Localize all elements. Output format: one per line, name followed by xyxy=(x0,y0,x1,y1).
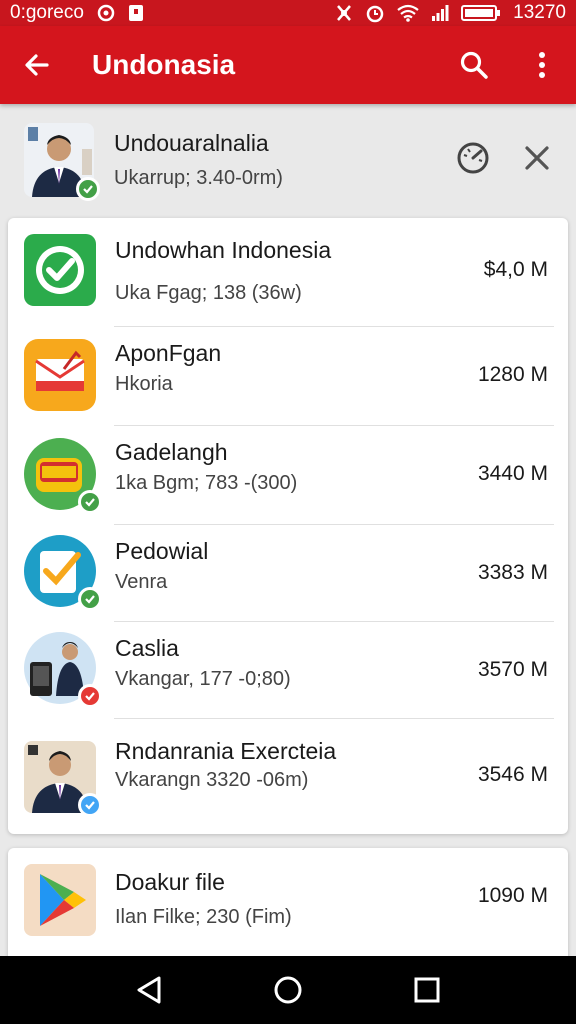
item-subtitle: Vkangar, 177 -0;80) xyxy=(115,668,291,690)
app-list-card: Undowhan Indonesia Uka Fgag; 138 (36w) $… xyxy=(8,218,568,834)
item-size: 1090 M xyxy=(477,884,548,907)
item-title: Rndanrania Exercteia xyxy=(115,738,337,764)
item-size: 3440 M xyxy=(477,462,548,485)
presenter-app-icon xyxy=(24,632,102,708)
item-size: 1280 M xyxy=(477,363,548,386)
wifi-icon xyxy=(397,4,419,22)
item-subtitle: 1ka Bgm; 783 -(300) xyxy=(115,472,298,494)
search-icon xyxy=(460,51,488,79)
system-nav-bar xyxy=(0,956,576,1024)
app-bar: Undonasia xyxy=(0,26,576,104)
item-subtitle: Vkarangn 3320 -06m) xyxy=(115,769,309,791)
signal-icon xyxy=(431,4,449,22)
item-subtitle: Uka Fgag; 138 (36w) xyxy=(115,282,302,304)
play-store-icon xyxy=(24,864,96,936)
nfc-icon xyxy=(335,3,353,23)
verified-badge-icon xyxy=(78,793,102,817)
item-size: 3546 M xyxy=(477,763,548,786)
more-vert-icon xyxy=(539,52,545,78)
list-item[interactable]: Pedowial Venra 3383 M xyxy=(8,525,568,621)
item-title: Doakur file xyxy=(115,869,225,895)
sync-icon xyxy=(96,3,116,23)
item-title: AponFgan xyxy=(115,340,222,366)
avatar xyxy=(24,123,100,201)
carrier-label: 0:goreco xyxy=(10,2,84,23)
status-bar: 0:goreco 13270 xyxy=(0,0,576,26)
list-item[interactable]: Rndanrania Exercteia Vkarangn 3320 -06m)… xyxy=(8,719,568,834)
profile-header[interactable]: Undouaralnalia Ukarrup; 3.40-0rm) xyxy=(0,106,576,214)
item-size: 3570 M xyxy=(477,658,548,681)
item-subtitle: Hkoria xyxy=(115,373,173,395)
notification-icon xyxy=(128,4,144,22)
item-title: Caslia xyxy=(115,635,179,661)
nav-back-button[interactable] xyxy=(119,960,179,1020)
clock: 13270 xyxy=(513,2,566,23)
file-card: Doakur file Ilan Filke; 230 (Fim) 1090 M xyxy=(8,848,568,958)
item-subtitle: Venra xyxy=(115,571,168,593)
verified-badge-icon xyxy=(78,587,102,611)
mail-app-icon xyxy=(24,339,96,411)
check-app-icon xyxy=(24,234,96,306)
list-item[interactable]: Caslia Vkangar, 177 -0;80) 3570 M xyxy=(8,622,568,718)
verified-badge-icon xyxy=(78,684,102,708)
arrow-left-icon xyxy=(25,54,49,76)
profile-app-icon xyxy=(24,741,102,817)
page-title: Undonasia xyxy=(92,49,236,80)
close-button[interactable] xyxy=(524,145,550,176)
item-subtitle: Ilan Filke; 230 (Fim) xyxy=(115,906,292,928)
profile-name: Undouaralnalia xyxy=(114,130,269,156)
speedometer-button[interactable] xyxy=(456,141,490,180)
profile-subtitle: Ukarrup; 3.40-0rm) xyxy=(114,167,283,189)
item-size: $4,0 M xyxy=(483,258,548,281)
verified-badge-icon xyxy=(76,177,100,201)
game-app-icon xyxy=(24,438,102,514)
square-recents-icon xyxy=(414,977,440,1003)
speedometer-icon xyxy=(457,142,489,173)
verified-badge-icon xyxy=(78,490,102,514)
list-item[interactable]: AponFgan Hkoria 1280 M xyxy=(8,327,568,425)
nav-home-button[interactable] xyxy=(258,960,318,1020)
back-button[interactable] xyxy=(0,26,74,104)
list-item[interactable]: Doakur file Ilan Filke; 230 (Fim) 1090 M xyxy=(8,848,568,958)
alarm-icon xyxy=(365,3,385,23)
item-title: Undowhan Indonesia xyxy=(115,237,332,263)
close-icon xyxy=(525,145,549,170)
triangle-back-icon xyxy=(137,976,161,1004)
search-button[interactable] xyxy=(440,26,508,104)
item-title: Pedowial xyxy=(115,538,209,564)
more-options-button[interactable] xyxy=(508,26,576,104)
item-title: Gadelangh xyxy=(115,439,228,465)
edit-app-icon xyxy=(24,535,102,611)
nav-recents-button[interactable] xyxy=(397,960,457,1020)
circle-home-icon xyxy=(274,976,302,1004)
item-size: 3383 M xyxy=(477,561,548,584)
list-item[interactable]: Gadelangh 1ka Bgm; 783 -(300) 3440 M xyxy=(8,426,568,524)
list-item[interactable]: Undowhan Indonesia Uka Fgag; 138 (36w) $… xyxy=(8,218,568,326)
battery-icon xyxy=(461,4,501,22)
